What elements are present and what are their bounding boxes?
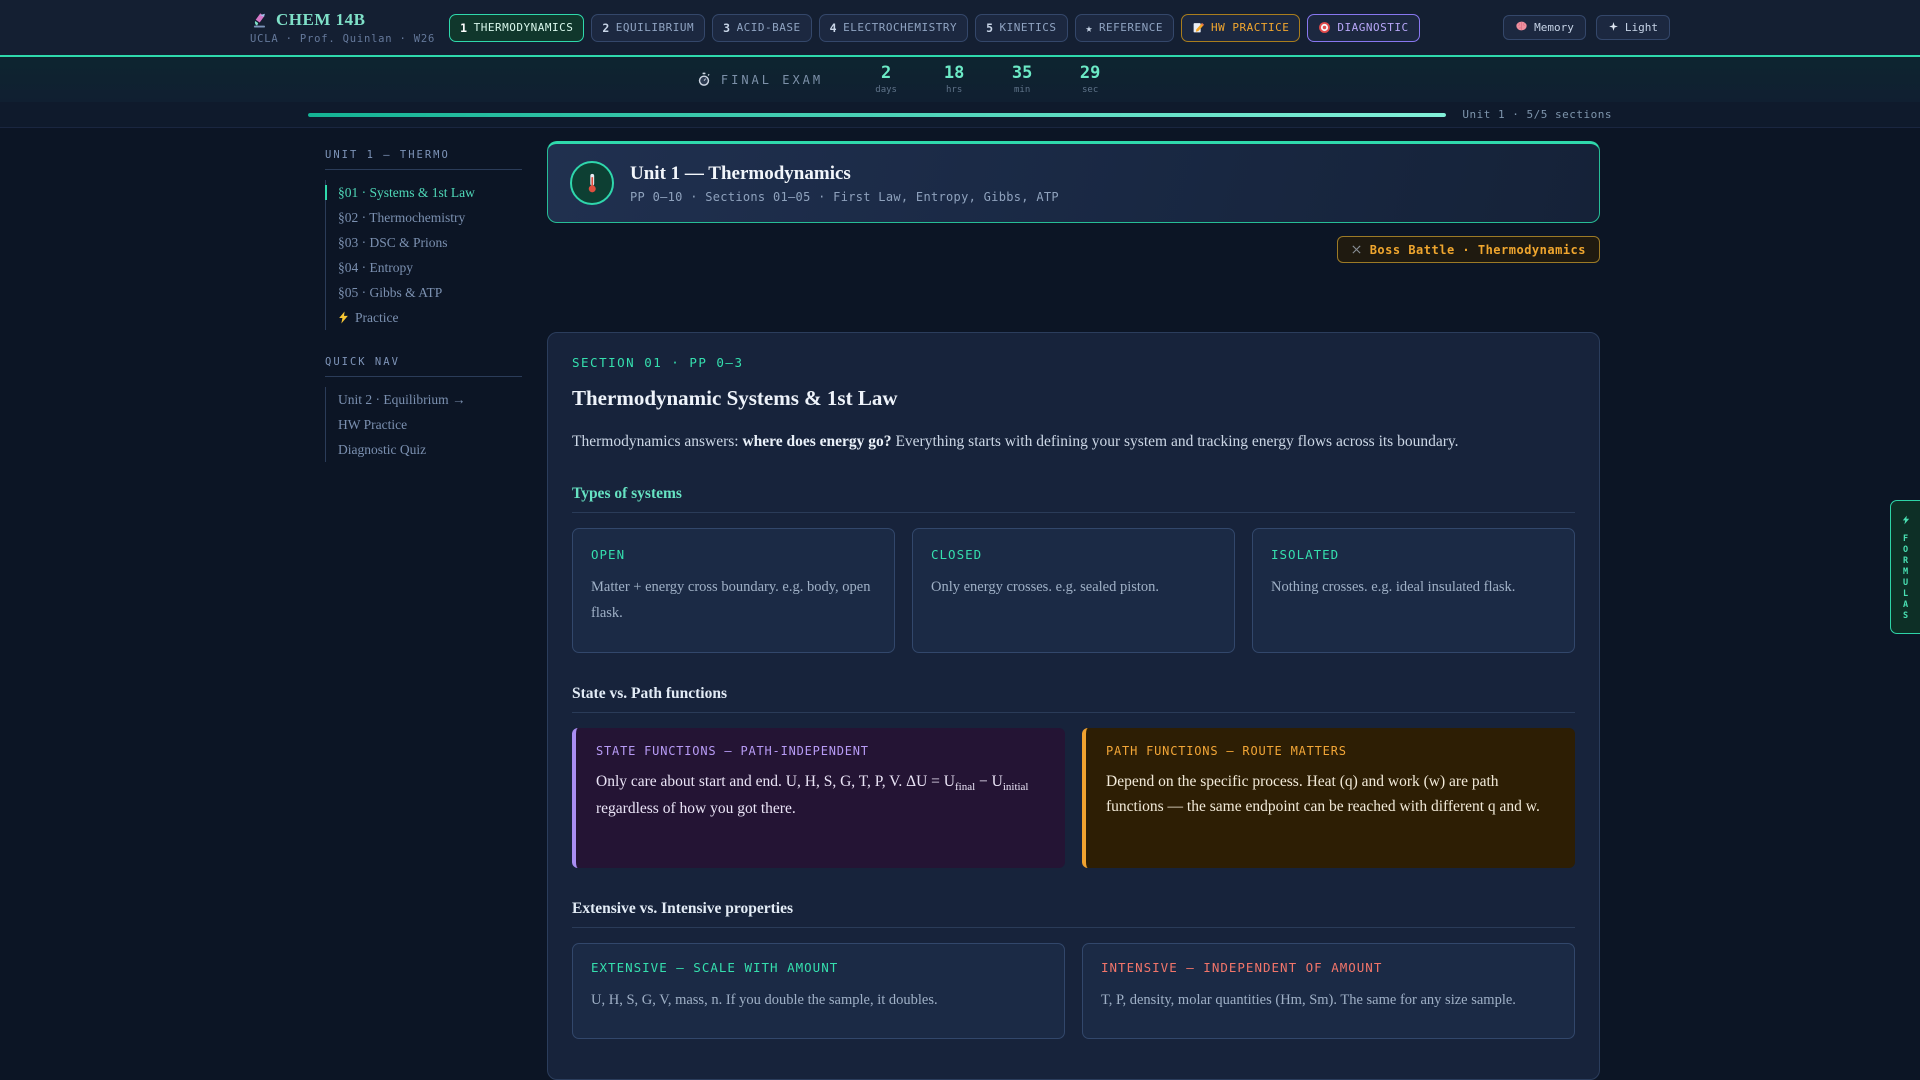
state-functions-callout: STATE FUNCTIONS — PATH-INDEPENDENT Only … xyxy=(572,728,1065,869)
path-functions-callout: PATH FUNCTIONS — ROUTE MATTERS Depend on… xyxy=(1082,728,1575,869)
boss-battle-button[interactable]: Boss Battle · Thermodynamics xyxy=(1336,236,1600,263)
exam-countdown-bar: FINAL EXAM 2 days 18 hrs 35 min 29 sec xyxy=(0,55,1920,102)
sidebar-item-thermochemistry[interactable]: §02 · Thermochemistry xyxy=(338,205,522,230)
tab-reference[interactable]: ★ REFERENCE xyxy=(1074,13,1175,42)
sidebar-item-entropy[interactable]: §04 · Entropy xyxy=(338,255,522,280)
sidebar-item-gibbs-atp[interactable]: §05 · Gibbs & ATP xyxy=(338,280,522,305)
sparkle-icon xyxy=(1608,21,1619,35)
heading-extensive-vs-intensive: Extensive vs. Intensive properties xyxy=(572,900,1575,929)
card-label: OPEN xyxy=(591,547,626,563)
target-icon xyxy=(1318,21,1331,34)
system-card-open: OPEN Matter + energy cross boundary. e.g… xyxy=(572,528,895,654)
card-body: Only energy crosses. e.g. sealed piston. xyxy=(931,579,1160,596)
card-body: U, H, S, G, V, mass, n. If you double th… xyxy=(591,992,938,1009)
extensive-intensive-grid: EXTENSIVE — SCALE WITH AMOUNT U, H, S, G… xyxy=(572,943,1575,1040)
callout-label: STATE FUNCTIONS — PATH-INDEPENDENT xyxy=(596,744,869,759)
light-toggle-button[interactable]: Light xyxy=(1595,15,1670,40)
tab-equilibrium[interactable]: 2 EQUILIBRIUM xyxy=(591,13,706,42)
unit-progress-strip: Unit 1 · 5/5 sections xyxy=(0,102,1920,128)
tab-kinetics[interactable]: 5 KINETICS xyxy=(975,13,1068,42)
heading-types-of-systems: Types of systems xyxy=(572,485,1575,514)
brand: CHEM 14B UCLA · Prof. Quinlan · W26 xyxy=(250,10,435,45)
heading-state-vs-path: State vs. Path functions xyxy=(572,685,1575,714)
unit-title: Unit 1 — Thermodynamics xyxy=(630,162,851,184)
stopwatch-icon xyxy=(697,72,711,87)
state-path-grid: STATE FUNCTIONS — PATH-INDEPENDENT Only … xyxy=(572,728,1575,869)
quicknav-item-diagnostic-quiz[interactable]: Diagnostic Quiz xyxy=(338,437,522,462)
section-kicker: SECTION 01 · PP 0–3 xyxy=(572,355,744,370)
callout-label: PATH FUNCTIONS — ROUTE MATTERS xyxy=(1106,744,1347,759)
section-title: Thermodynamic Systems & 1st Law xyxy=(572,386,898,410)
system-card-closed: CLOSED Only energy crosses. e.g. sealed … xyxy=(912,528,1235,654)
tab-hw-practice[interactable]: HW PRACTICE xyxy=(1181,13,1301,42)
tab-electrochemistry[interactable]: 4 ELECTROCHEMISTRY xyxy=(818,13,969,42)
formulas-drawer-tab[interactable]: FORMULAS xyxy=(1890,500,1920,634)
countdown-minutes: 35 min xyxy=(1011,63,1033,95)
unit-tabs: 1 THERMODYNAMICS 2 EQUILIBRIUM 3 ACID-BA… xyxy=(449,13,1420,42)
sidebar-quicknav-list: Unit 2 · Equilibrium → HW Practice Diagn… xyxy=(325,387,522,462)
tab-thermodynamics[interactable]: 1 THERMODYNAMICS xyxy=(449,13,585,42)
sidebar-item-systems-1st-law[interactable]: §01 · Systems & 1st Law xyxy=(325,180,522,205)
progress-fill xyxy=(308,112,1447,117)
boss-battle-row: Boss Battle · Thermodynamics xyxy=(547,236,1600,263)
system-card-isolated: ISOLATED Nothing crosses. e.g. ideal ins… xyxy=(1252,528,1575,654)
sidebar: UNIT 1 — THERMO §01 · Systems & 1st Law … xyxy=(325,141,522,1080)
card-body: Nothing crosses. e.g. ideal insulated fl… xyxy=(1271,579,1516,596)
lightning-icon xyxy=(338,311,349,324)
crossed-swords-icon xyxy=(1351,244,1362,255)
progress-label: Unit 1 · 5/5 sections xyxy=(1462,108,1612,121)
section-intro: Thermodynamics answers: where does energ… xyxy=(572,433,1459,450)
sidebar-quicknav-title: QUICK NAV xyxy=(325,356,522,377)
brain-icon xyxy=(1515,20,1528,35)
countdown-hours: 18 hrs xyxy=(943,63,965,95)
tab-acid-base[interactable]: 3 ACID-BASE xyxy=(712,13,812,42)
countdown-seconds: 29 sec xyxy=(1079,63,1101,95)
callout-body: Depend on the specific process. Heat (q)… xyxy=(1106,773,1540,816)
memory-button[interactable]: Memory xyxy=(1503,15,1586,40)
card-body: Matter + energy cross boundary. e.g. bod… xyxy=(591,579,871,621)
app-title: CHEM 14B xyxy=(276,10,366,29)
section-card: SECTION 01 · PP 0–3 Thermodynamic System… xyxy=(547,332,1600,1080)
callout-body: Only care about start and end. U, H, S, … xyxy=(596,773,1029,817)
unit-subtitle: PP 0–10 · Sections 01–05 · First Law, En… xyxy=(630,189,1059,204)
quicknav-item-hw-practice[interactable]: HW Practice xyxy=(338,412,522,437)
star-icon: ★ xyxy=(1085,20,1093,35)
card-label: INTENSIVE — INDEPENDENT OF AMOUNT xyxy=(1101,960,1383,976)
sidebar-item-dsc-prions[interactable]: §03 · DSC & Prions xyxy=(338,230,522,255)
lightning-icon xyxy=(1902,510,1910,529)
extensive-card: EXTENSIVE — SCALE WITH AMOUNT U, H, S, G… xyxy=(572,943,1065,1040)
brand-subtitle: UCLA · Prof. Quinlan · W26 xyxy=(250,33,436,45)
unit-header-card: Unit 1 — Thermodynamics PP 0–10 · Sectio… xyxy=(547,141,1600,223)
sidebar-unit-title: UNIT 1 — THERMO xyxy=(325,149,522,170)
sidebar-item-practice[interactable]: Practice xyxy=(338,305,522,330)
microscope-icon xyxy=(250,11,269,30)
quicknav-item-unit2[interactable]: Unit 2 · Equilibrium → xyxy=(338,387,522,412)
top-navigation-bar: CHEM 14B UCLA · Prof. Quinlan · W26 1 TH… xyxy=(0,0,1920,55)
thermometer-icon xyxy=(570,161,614,205)
system-cards-grid: OPEN Matter + energy cross boundary. e.g… xyxy=(572,528,1575,654)
card-label: EXTENSIVE — SCALE WITH AMOUNT xyxy=(591,960,839,976)
card-body: T, P, density, molar quantities (Hm, Sm)… xyxy=(1101,992,1516,1009)
intensive-card: INTENSIVE — INDEPENDENT OF AMOUNT T, P, … xyxy=(1082,943,1575,1040)
progress-bar xyxy=(308,112,1447,117)
card-label: ISOLATED xyxy=(1271,547,1340,563)
sidebar-unit-list: §01 · Systems & 1st Law §02 · Thermochem… xyxy=(325,180,522,330)
countdown-label: FINAL EXAM xyxy=(720,72,824,87)
countdown-days: 2 days xyxy=(875,63,897,95)
tab-diagnostic[interactable]: DIAGNOSTIC xyxy=(1307,13,1420,42)
pencil-icon xyxy=(1192,21,1205,34)
card-label: CLOSED xyxy=(931,547,983,563)
top-actions: Memory Light xyxy=(1503,15,1670,40)
